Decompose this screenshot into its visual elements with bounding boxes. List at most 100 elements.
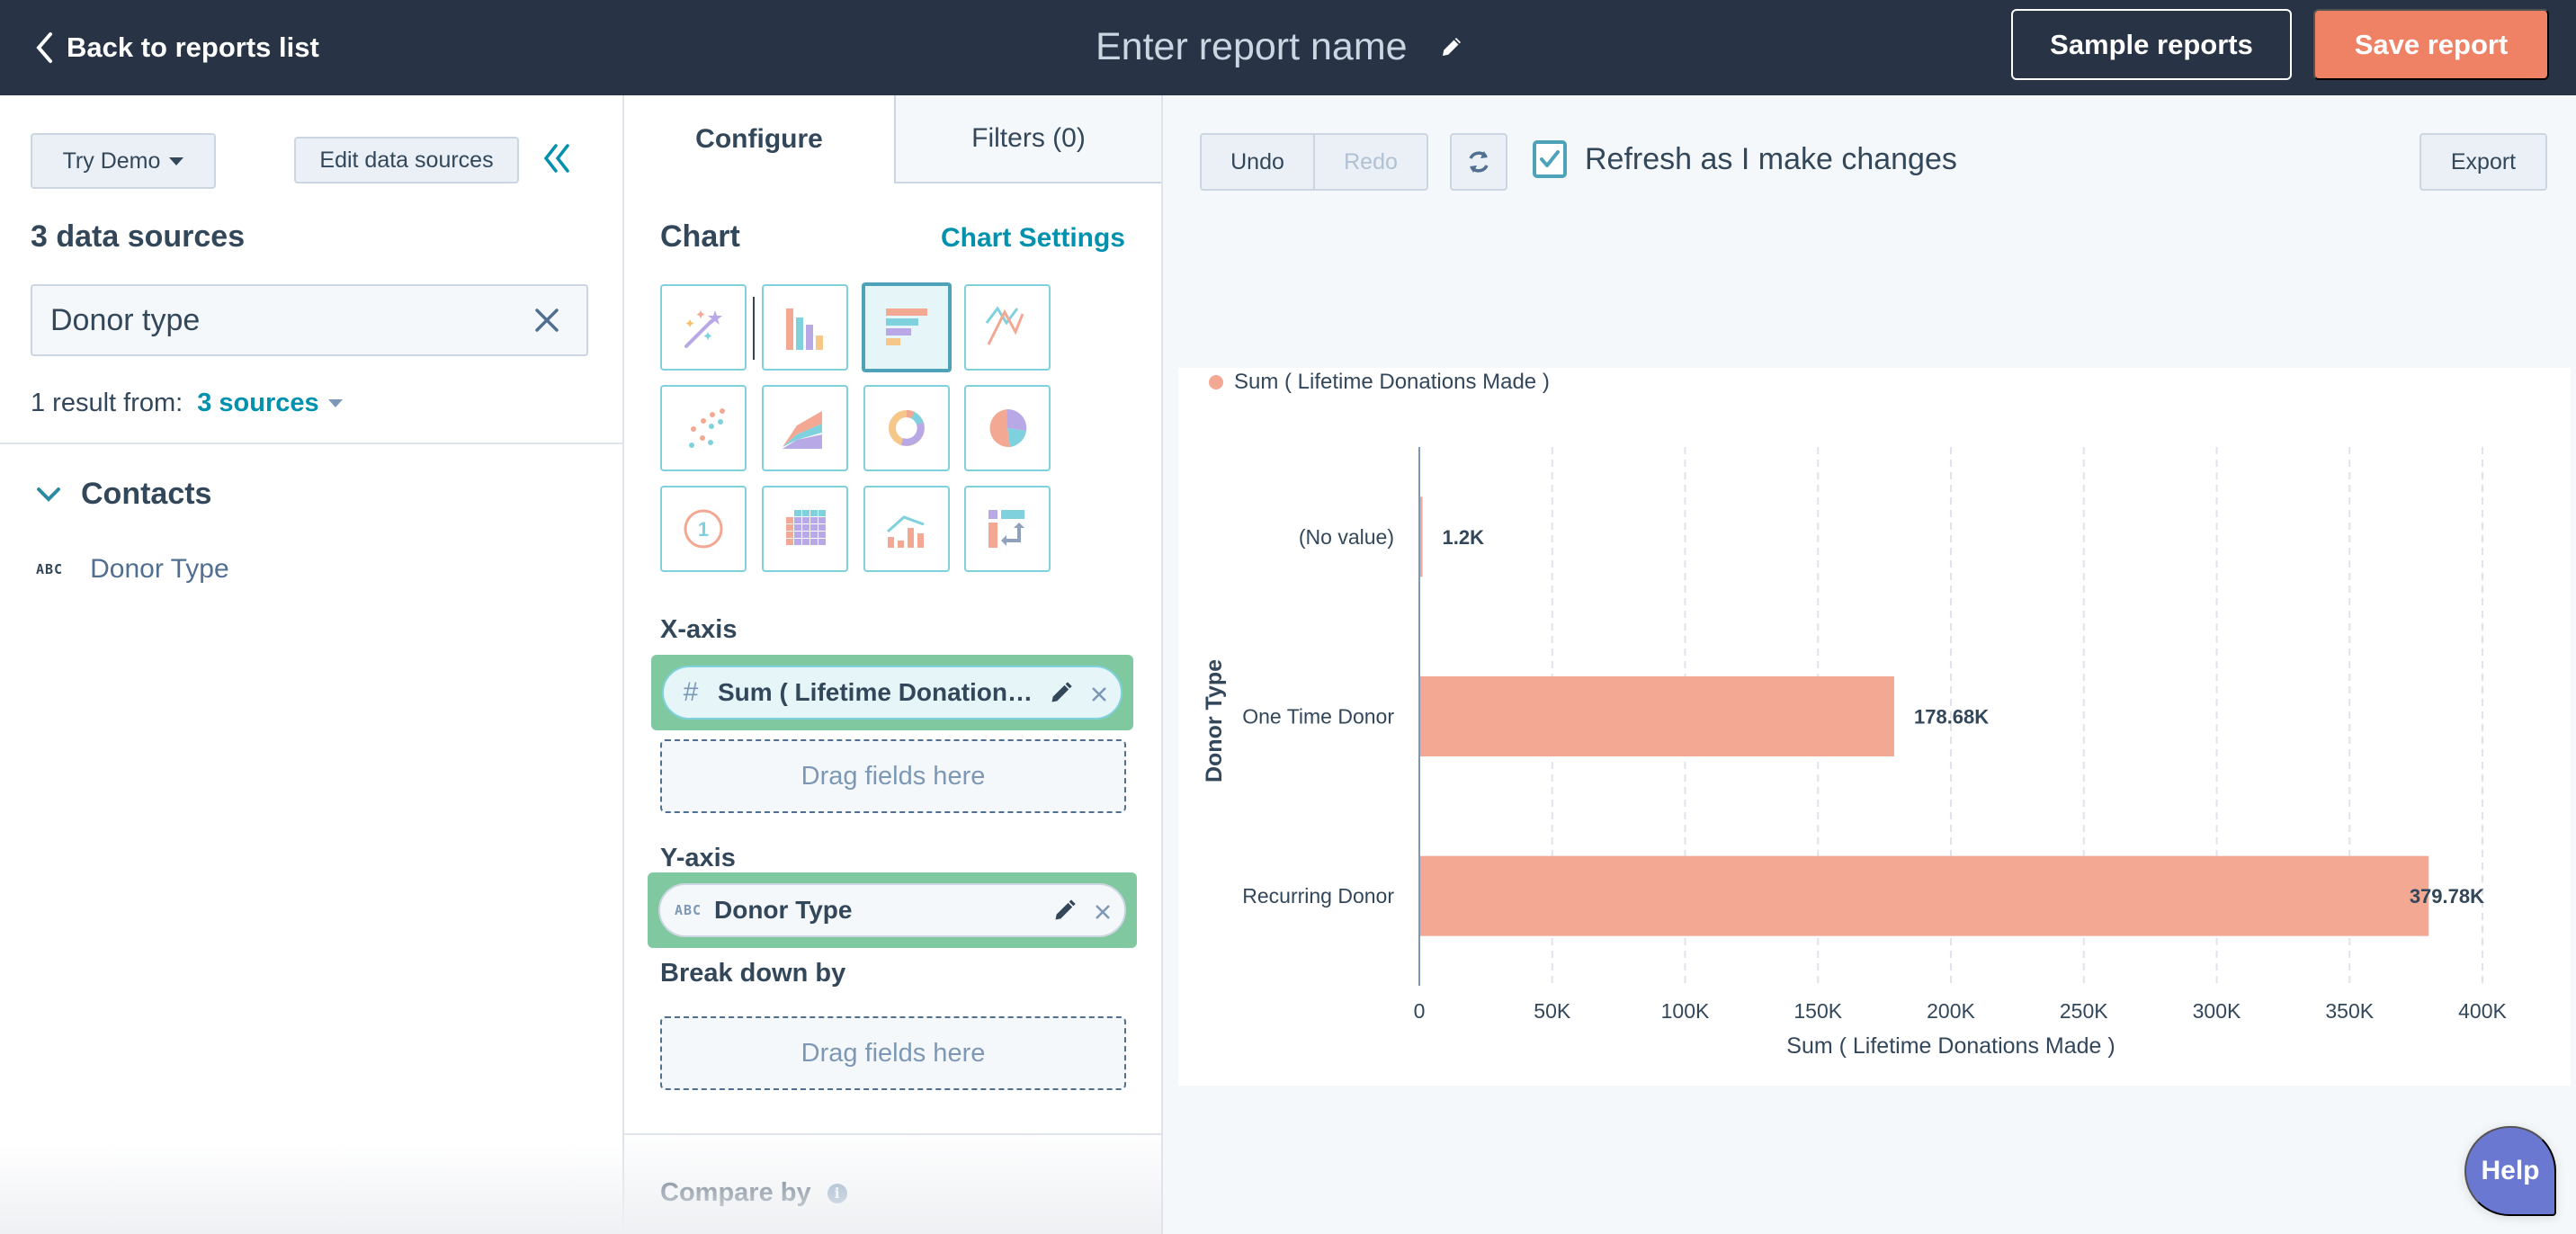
export-button[interactable]: Export: [2419, 133, 2547, 191]
help-button[interactable]: Help: [2464, 1126, 2556, 1216]
close-icon[interactable]: [1094, 903, 1112, 921]
chevron-left-icon: [36, 32, 52, 63]
report-name-field[interactable]: Enter report name: [1096, 20, 1465, 74]
pencil-icon[interactable]: [1049, 680, 1074, 705]
chart-type-combo[interactable]: [863, 486, 950, 572]
x-tick-label: 100K: [1661, 999, 1710, 1023]
chart-type-line[interactable]: [964, 284, 1051, 371]
group-contacts[interactable]: Contacts: [36, 477, 211, 512]
save-report-button[interactable]: Save report: [2313, 9, 2549, 80]
chart-settings-link[interactable]: Chart Settings: [941, 223, 1125, 254]
divider: [0, 443, 622, 444]
close-icon[interactable]: [1090, 685, 1108, 703]
chevron-down-icon: [37, 487, 60, 502]
separator: [753, 297, 755, 360]
vertical-bar-icon: [786, 308, 823, 350]
x-axis-title: Sum ( Lifetime Donations Made ): [1786, 1033, 2115, 1059]
area-chart-icon: [783, 411, 822, 449]
x-axis-field-label: Sum ( Lifetime Donations ...: [718, 678, 1042, 706]
chart-type-donut[interactable]: [863, 385, 950, 471]
auto-refresh-checkbox[interactable]: [1533, 140, 1567, 178]
caret-down-icon: [327, 399, 343, 407]
chart-type-scatter[interactable]: [660, 385, 747, 471]
caret-down-icon: [169, 156, 184, 165]
bar-chart: (No value) 1.2K One Time Donor 178.68K Recur…: [1202, 447, 2508, 1059]
tab-configure[interactable]: Configure: [624, 95, 894, 183]
pie-chart-icon: [989, 408, 1027, 448]
data-label: 178.68K: [1914, 706, 1989, 729]
data-label: 379.78K: [2410, 885, 2484, 908]
redo-button[interactable]: Redo: [1315, 135, 1427, 189]
number-type-icon: #: [683, 677, 699, 707]
chart-type-vertical-bar[interactable]: [762, 284, 848, 371]
svg-text:1: 1: [698, 518, 709, 541]
info-icon[interactable]: i: [827, 1183, 847, 1203]
x-tick-label: 350K: [2325, 999, 2374, 1023]
pencil-icon[interactable]: [1438, 33, 1465, 60]
x-axis-dropzone[interactable]: Drag fields here: [660, 739, 1126, 813]
chart-type-auto[interactable]: [660, 284, 747, 371]
chart-heading: Chart: [660, 219, 740, 254]
break-down-label: Break down by: [660, 959, 846, 988]
data-sources-title: 3 data sources: [31, 219, 246, 254]
configure-panel: Configure Filters (0) Chart Chart Settin…: [624, 95, 1163, 1234]
chart-type-pivot-table[interactable]: [762, 486, 848, 572]
chart-type-pivot[interactable]: [964, 486, 1051, 572]
bar[interactable]: [1419, 676, 1894, 756]
chart-card: Sum ( Lifetime Donations Made ) (No valu…: [1178, 368, 2571, 1086]
collapse-panel-icon[interactable]: [541, 140, 572, 176]
pivot-icon: [988, 510, 1024, 548]
refresh-button[interactable]: [1450, 133, 1507, 191]
y-axis-title: Donor Type: [1202, 659, 1227, 782]
category-label: One Time Donor: [1242, 705, 1394, 729]
clear-search-icon[interactable]: [534, 308, 559, 333]
edit-data-sources-button[interactable]: Edit data sources: [294, 137, 519, 183]
try-demo-label: Try Demo: [62, 148, 161, 174]
report-name-placeholder: Enter report name: [1096, 24, 1408, 68]
sources-label: 3 sources: [197, 389, 319, 417]
x-axis-field-chip[interactable]: # Sum ( Lifetime Donations ...: [662, 666, 1123, 720]
y-axis-label: Y-axis: [660, 844, 736, 872]
chart-type-summary[interactable]: 1: [660, 486, 747, 572]
data-sources-panel: Try Demo Edit data sources 3 data source…: [0, 95, 624, 1234]
auto-refresh-toggle[interactable]: Refresh as I make changes: [1533, 140, 1957, 178]
pivot-table-icon: [786, 510, 826, 545]
undo-redo-group: Undo Redo: [1200, 133, 1428, 191]
pencil-icon[interactable]: [1052, 898, 1078, 923]
back-to-reports-link[interactable]: Back to reports list: [34, 27, 319, 68]
x-tick-label: 400K: [2458, 999, 2507, 1023]
compare-by-label: Compare by: [660, 1178, 811, 1207]
chart-type-pie[interactable]: [964, 385, 1051, 471]
auto-refresh-label: Refresh as I make changes: [1585, 141, 1957, 176]
tab-filters[interactable]: Filters (0): [894, 95, 1161, 183]
donut-chart-icon: [889, 410, 925, 446]
x-tick-label: 150K: [1793, 999, 1842, 1023]
undo-button[interactable]: Undo: [1202, 135, 1315, 189]
sample-reports-button[interactable]: Sample reports: [2011, 9, 2292, 80]
x-axis-field-highlight: # Sum ( Lifetime Donations ...: [651, 655, 1133, 730]
chart-type-area[interactable]: [762, 385, 848, 471]
divider: [624, 1133, 1161, 1135]
text-type-icon: ABC: [36, 561, 64, 577]
sources-dropdown[interactable]: 3 sources: [197, 389, 343, 418]
bar[interactable]: [1419, 855, 2429, 936]
text-type-icon: ABC: [675, 902, 702, 918]
summary-number-icon: 1: [684, 509, 723, 549]
data-label: 1.2K: [1443, 526, 1485, 549]
y-axis-field-label: Donor Type: [714, 896, 853, 924]
x-tick-label: 0: [1414, 999, 1426, 1023]
try-demo-dropdown[interactable]: Try Demo: [31, 133, 216, 189]
break-down-dropzone[interactable]: Drag fields here: [660, 1016, 1126, 1090]
category-label: (No value): [1299, 525, 1394, 549]
horizontal-bar-icon: [886, 308, 927, 345]
y-axis-field-chip[interactable]: ABC Donor Type: [658, 883, 1126, 937]
compare-by-section: Compare by i: [660, 1178, 847, 1208]
panel-fade: [0, 1144, 624, 1234]
field-search-input[interactable]: [50, 286, 518, 354]
group-label: Contacts: [81, 477, 212, 511]
field-donor-type[interactable]: ABC Donor Type: [36, 554, 229, 585]
magic-wand-icon: [684, 310, 722, 348]
chart-type-horizontal-bar[interactable]: [862, 282, 952, 372]
refresh-icon: [1469, 151, 1489, 173]
field-search: [31, 284, 588, 356]
